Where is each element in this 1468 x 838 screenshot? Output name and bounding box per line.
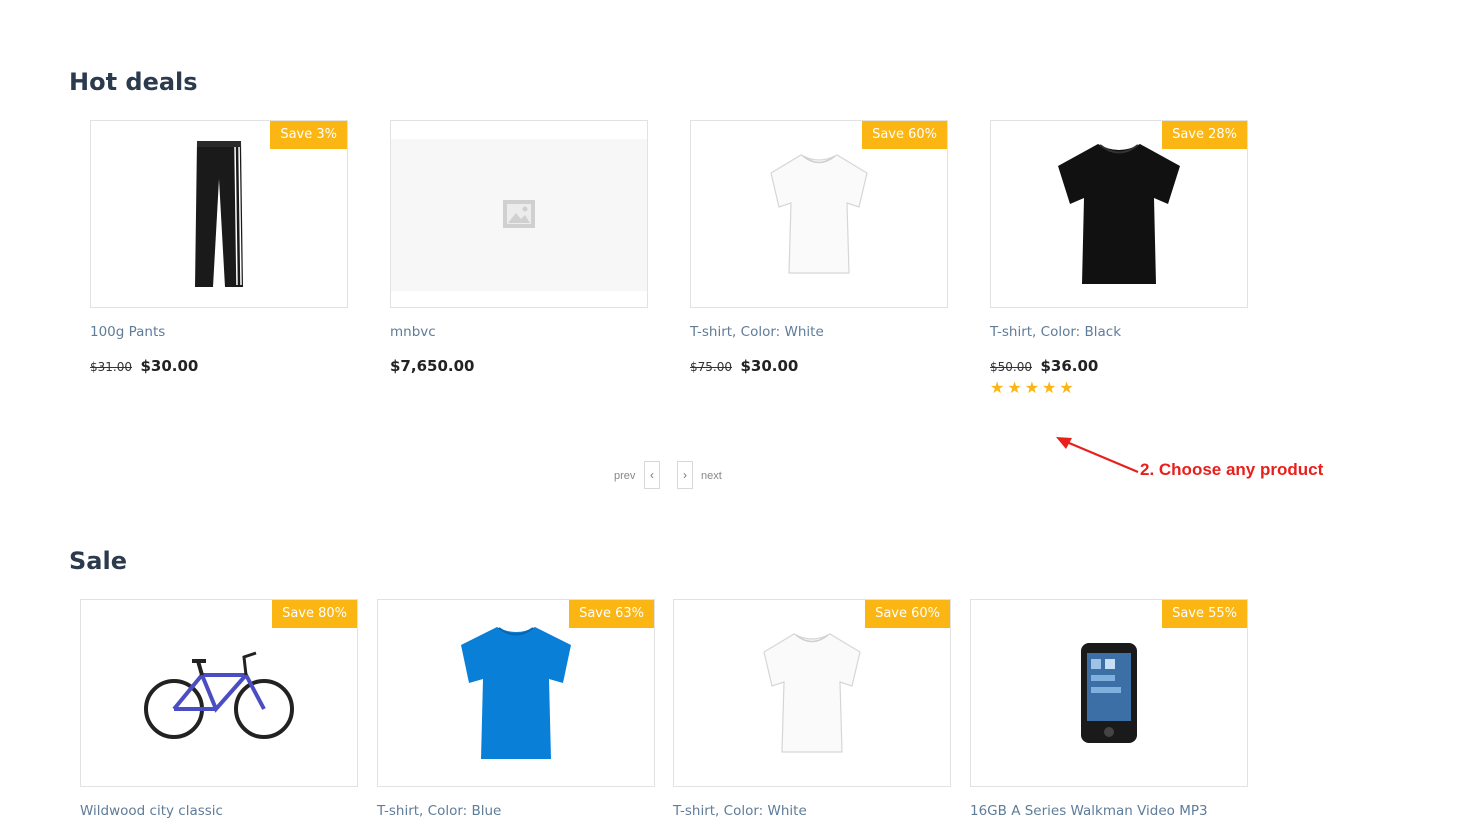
old-price: $50.00 <box>990 360 1032 374</box>
product-name-link[interactable]: Wildwood city classic <box>80 803 223 819</box>
walkman-player-icon <box>1081 643 1137 743</box>
hot-deals-title: Hot deals <box>69 68 198 96</box>
product-card[interactable]: Save 28% T-shirt, Color: Black $50.00 $3… <box>990 120 1248 410</box>
product-name-link[interactable]: T-shirt, Color: White <box>690 324 824 340</box>
white-tshirt-icon <box>770 154 868 274</box>
product-image-link[interactable]: Save 3% <box>90 120 348 308</box>
product-name-link[interactable]: 16GB A Series Walkman Video MP3 <box>970 803 1208 819</box>
current-price: $7,650.00 <box>390 357 475 375</box>
product-card[interactable]: Save 80% Wildwood city classic <box>80 599 358 838</box>
next-label[interactable]: next <box>701 470 722 482</box>
product-image-link[interactable]: Save 28% <box>990 120 1248 308</box>
product-card[interactable]: Save 3% 100g Pants $31.00 $30.00 <box>90 120 348 390</box>
product-card[interactable]: Save 55% 16GB A Series Walkman Video MP3 <box>970 599 1248 838</box>
product-name-link[interactable]: T-shirt, Color: Black <box>990 324 1121 340</box>
chevron-left-icon: ‹ <box>650 468 654 482</box>
discount-badge: Save 60% <box>865 600 950 628</box>
rating-stars: ★★★★★ <box>990 380 1077 397</box>
price: $31.00 $30.00 <box>90 357 198 376</box>
white-tshirt-icon <box>763 633 861 753</box>
image-placeholder-icon <box>503 200 535 228</box>
discount-badge: Save 63% <box>569 600 654 628</box>
product-image-link[interactable]: Save 60% <box>690 120 948 308</box>
track-pants-icon <box>195 141 243 287</box>
product-image-link[interactable]: Save 60% <box>673 599 951 787</box>
current-price: $30.00 <box>140 357 199 375</box>
current-price: $36.00 <box>1040 357 1099 375</box>
price: $75.00 $30.00 <box>690 357 798 376</box>
discount-badge: Save 28% <box>1162 121 1247 149</box>
product-name-link[interactable]: 100g Pants <box>90 324 165 340</box>
discount-badge: Save 60% <box>862 121 947 149</box>
price: $50.00 $36.00 <box>990 357 1098 376</box>
discount-badge: Save 3% <box>270 121 347 149</box>
next-button[interactable]: › <box>677 461 693 489</box>
product-image-link[interactable]: Save 63% <box>377 599 655 787</box>
current-price: $30.00 <box>740 357 799 375</box>
product-image-link[interactable] <box>390 120 648 308</box>
product-name-link[interactable]: T-shirt, Color: White <box>673 803 807 819</box>
discount-badge: Save 80% <box>272 600 357 628</box>
product-name-link[interactable]: mnbvc <box>390 324 436 340</box>
old-price: $31.00 <box>90 360 132 374</box>
product-name-link[interactable]: T-shirt, Color: Blue <box>377 803 501 819</box>
price: $7,650.00 <box>390 357 474 376</box>
annotation-arrow-icon <box>1056 437 1139 474</box>
product-image-link[interactable]: Save 55% <box>970 599 1248 787</box>
chevron-right-icon: › <box>683 468 687 482</box>
product-image-link[interactable]: Save 80% <box>80 599 358 787</box>
product-card[interactable]: Save 60% T-shirt, Color: White <box>673 599 951 838</box>
discount-badge: Save 55% <box>1162 600 1247 628</box>
old-price: $75.00 <box>690 360 732 374</box>
prev-label[interactable]: prev <box>614 470 635 482</box>
product-card[interactable]: Save 63% T-shirt, Color: Blue <box>377 599 655 838</box>
blue-tshirt-icon <box>461 627 571 759</box>
bicycle-icon <box>144 651 294 739</box>
sale-title: Sale <box>69 547 127 575</box>
product-card[interactable]: Save 60% T-shirt, Color: White $75.00 $3… <box>690 120 948 390</box>
black-tshirt-icon <box>1058 144 1180 284</box>
annotation-text: 2. Choose any product <box>1140 460 1324 479</box>
product-card[interactable]: mnbvc $7,650.00 <box>390 120 648 390</box>
prev-button[interactable]: ‹ <box>644 461 660 489</box>
